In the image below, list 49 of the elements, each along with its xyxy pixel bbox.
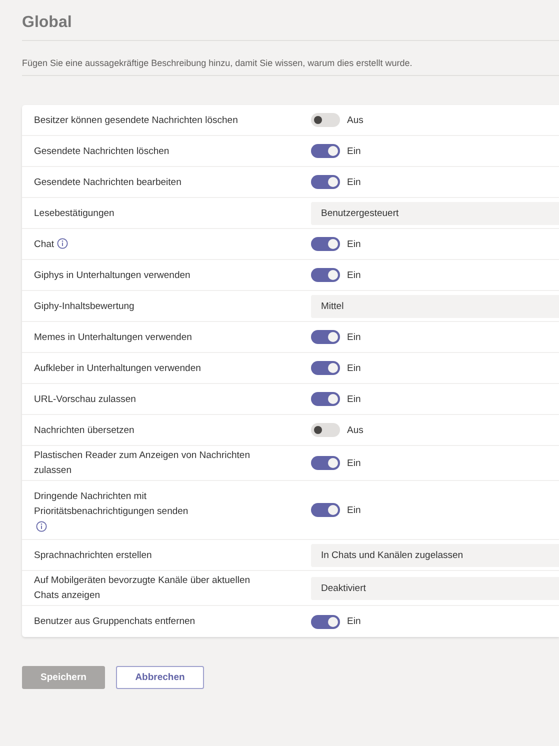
setting-label: Gesendete Nachrichten bearbeiten: [34, 176, 182, 188]
toggle-state-text: Ein: [347, 458, 361, 468]
info-icon[interactable]: [36, 521, 47, 532]
toggle-switch[interactable]: [311, 113, 340, 127]
setting-label: Chat: [34, 238, 54, 250]
setting-label: Auf Mobilgeräten bevorzugte Kanäle über aktuellen Chats anzeigen: [34, 575, 250, 601]
dropdown[interactable]: Benutzergesteuert: [311, 202, 559, 224]
setting-label: Benutzer aus Gruppenchats entfernen: [34, 616, 196, 627]
toggle-switch[interactable]: [311, 361, 340, 375]
toggle-switch[interactable]: [311, 175, 340, 189]
toggle-switch[interactable]: [311, 392, 340, 406]
toggle-state-text: Ein: [347, 504, 361, 516]
toggle-state-text: Aus: [347, 114, 364, 126]
setting-label: Gesendete Nachrichten löschen: [34, 146, 170, 156]
cancel-button[interactable]: Abbrechen: [116, 666, 204, 689]
setting-label: Sprachnachrichten erstellen: [34, 550, 152, 560]
toggle-switch[interactable]: [311, 330, 340, 344]
toggle-state-text: Ein: [347, 362, 361, 374]
setting-label: Besitzer können gesendete Nachrichten löschen: [34, 114, 238, 126]
toggle-switch[interactable]: [311, 268, 340, 282]
dropdown[interactable]: Deaktiviert: [311, 576, 559, 600]
setting-label: Lesebestätigungen: [34, 208, 114, 218]
toggle-state-text: Ein: [347, 238, 361, 250]
toggle-switch[interactable]: [311, 237, 340, 251]
setting-label: Memes in Unterhaltungen verwenden: [34, 332, 192, 342]
toggle-state-text: Ein: [347, 146, 361, 156]
setting-label: Giphys in Unterhaltungen verwenden: [34, 270, 190, 280]
dropdown[interactable]: Mittel: [311, 294, 559, 318]
toggle-state-text: Ein: [347, 332, 361, 342]
toggle-state-text: Ein: [347, 176, 361, 188]
dropdown[interactable]: In Chats und Kanälen zugelassen: [311, 544, 559, 566]
page-title: Global: [22, 13, 73, 33]
toggle-switch[interactable]: [311, 423, 340, 437]
setting-label: URL-Vorschau zulassen: [34, 394, 136, 404]
setting-label: Nachrichten übersetzen: [34, 424, 134, 436]
setting-label: Giphy-Inhaltsbewertung: [34, 300, 134, 312]
setting-label: Dringende Nachrichten mit Prioritätsbenachrichtigungen senden: [34, 491, 188, 517]
info-icon[interactable]: [57, 238, 68, 248]
description-text: Fügen Sie eine aussagekräftige Beschreibung hinzu, damit Sie wissen, warum dies erstellt wurde.: [22, 57, 414, 69]
toggle-switch[interactable]: [311, 144, 340, 158]
toggle-switch[interactable]: [311, 503, 340, 517]
toggle-switch[interactable]: [311, 456, 340, 470]
toggle-switch[interactable]: [311, 614, 340, 628]
toggle-state-text: Ein: [347, 270, 361, 280]
setting-label: Plastischen Reader zum Anzeigen von Nachrichten zulassen: [34, 450, 250, 476]
toggle-state-text: Ein: [347, 394, 361, 404]
toggle-state-text: Ein: [347, 616, 361, 627]
setting-label: Aufkleber in Unterhaltungen verwenden: [34, 362, 201, 374]
toggle-state-text: Aus: [347, 424, 364, 436]
